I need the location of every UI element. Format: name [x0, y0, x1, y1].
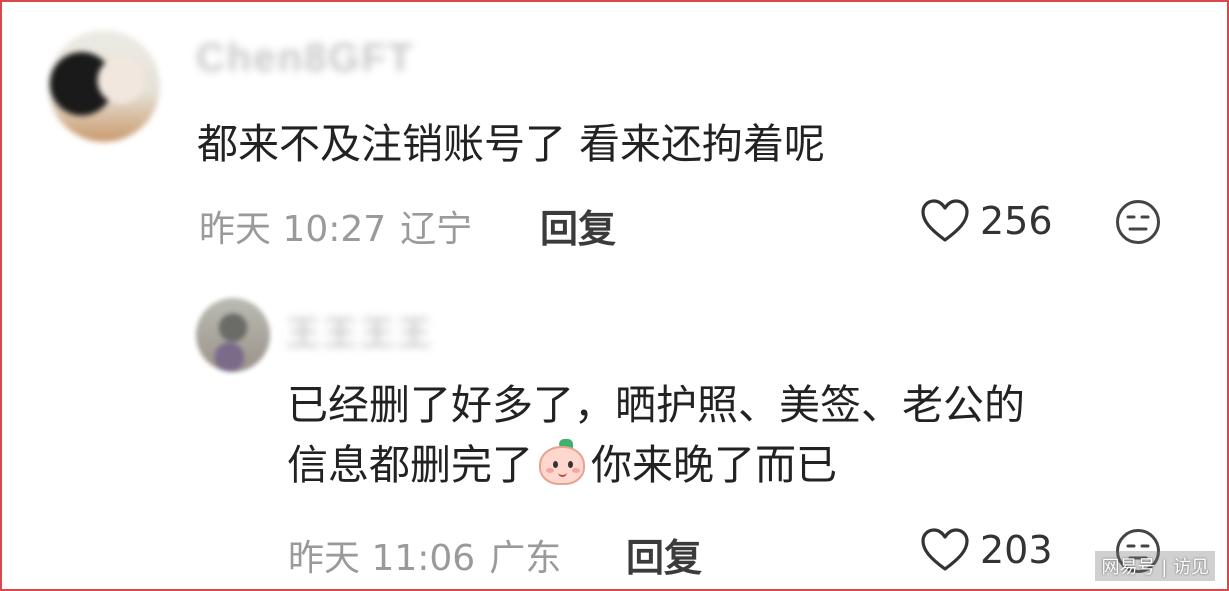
comment-line: 已经删了好多了，晒护照、美签、老公的 [287, 381, 1025, 429]
comment-time: 昨天 10:27 [199, 209, 387, 250]
comment-location: 辽宁 [400, 209, 473, 250]
comment-text: 都来不及注销账号了 看来还拘着呢 [197, 120, 826, 168]
comment-meta: 昨天 10:27 辽宁 [199, 200, 472, 252]
neutral-face-icon [1116, 200, 1160, 244]
comment-time: 昨天 11:06 [288, 538, 476, 579]
avatar[interactable] [48, 30, 160, 142]
comment-text: 已经删了好多了，晒护照、美签、老公的 信息都删完了 你来晚了而已 [287, 375, 1025, 495]
avatar[interactable] [196, 298, 270, 372]
watermark: 网易号 | 访见 [1095, 551, 1215, 581]
like-count: 256 [980, 199, 1053, 243]
like-button[interactable]: 256 [920, 198, 1053, 244]
comment-meta: 昨天 11:06 广东 [288, 529, 561, 581]
heart-outline-icon [921, 528, 969, 571]
dislike-button[interactable] [1114, 198, 1162, 250]
peach-face-emoji-icon [537, 439, 587, 485]
reply-button[interactable]: 回复 [626, 527, 702, 582]
comment-segment: 信息都删完了 [287, 441, 533, 489]
username[interactable]: 王王王王 [286, 306, 434, 355]
reply-button[interactable]: 回复 [540, 198, 616, 253]
comment-line: 信息都删完了 你来晚了而已 [287, 435, 1025, 495]
comment-location: 广东 [489, 538, 562, 579]
heart-outline-icon [921, 199, 969, 242]
comment-segment: 你来晚了而已 [591, 441, 837, 489]
screenshot-frame [0, 0, 1229, 591]
like-button[interactable]: 203 [920, 527, 1053, 573]
username[interactable]: Chen8GFT [196, 36, 414, 81]
like-count: 203 [980, 528, 1053, 572]
